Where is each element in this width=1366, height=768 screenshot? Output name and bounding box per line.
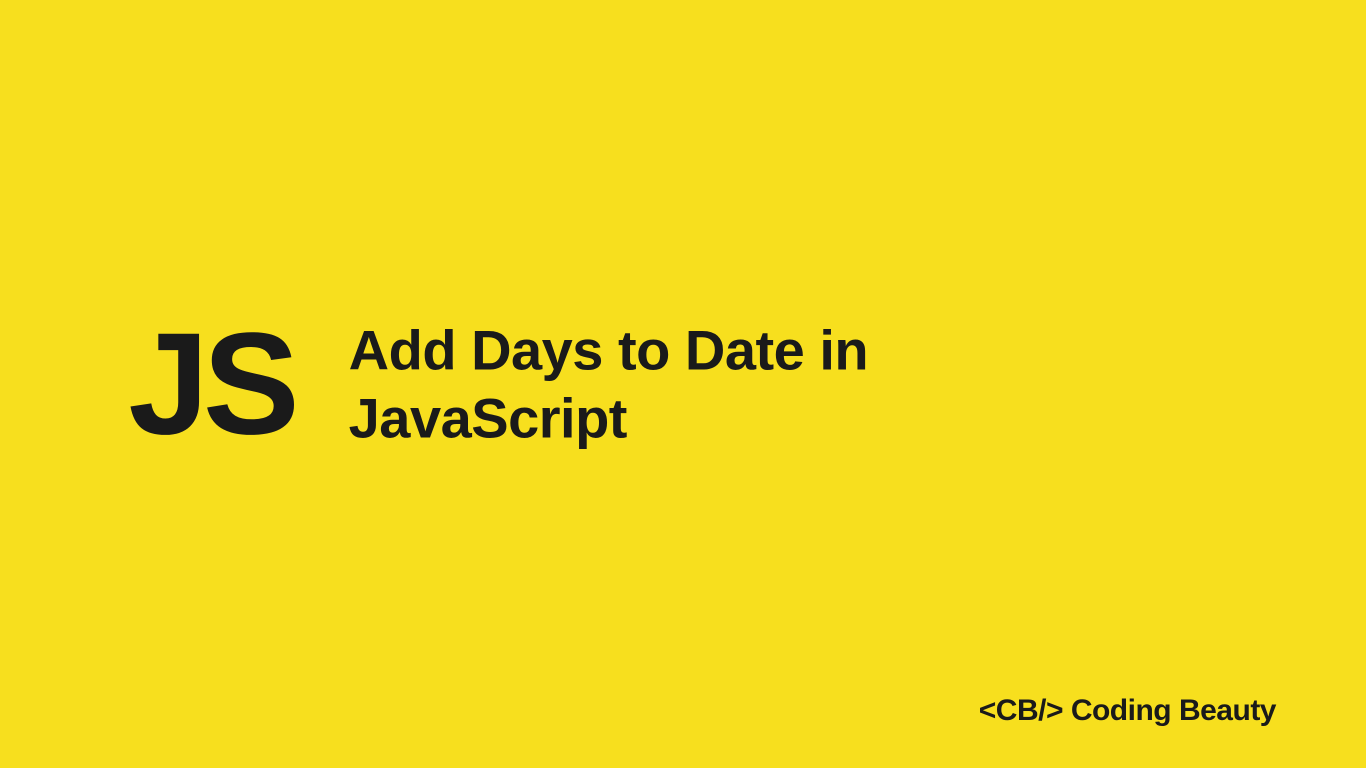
title-line-2: JavaScript bbox=[349, 386, 627, 449]
page-title: Add Days to Date in JavaScript bbox=[349, 317, 868, 451]
main-content: JS Add Days to Date in JavaScript bbox=[68, 312, 1297, 457]
js-logo: JS bbox=[128, 312, 293, 457]
brand-footer: <CB/> Coding Beauty bbox=[979, 694, 1276, 728]
title-line-1: Add Days to Date in bbox=[349, 319, 868, 382]
